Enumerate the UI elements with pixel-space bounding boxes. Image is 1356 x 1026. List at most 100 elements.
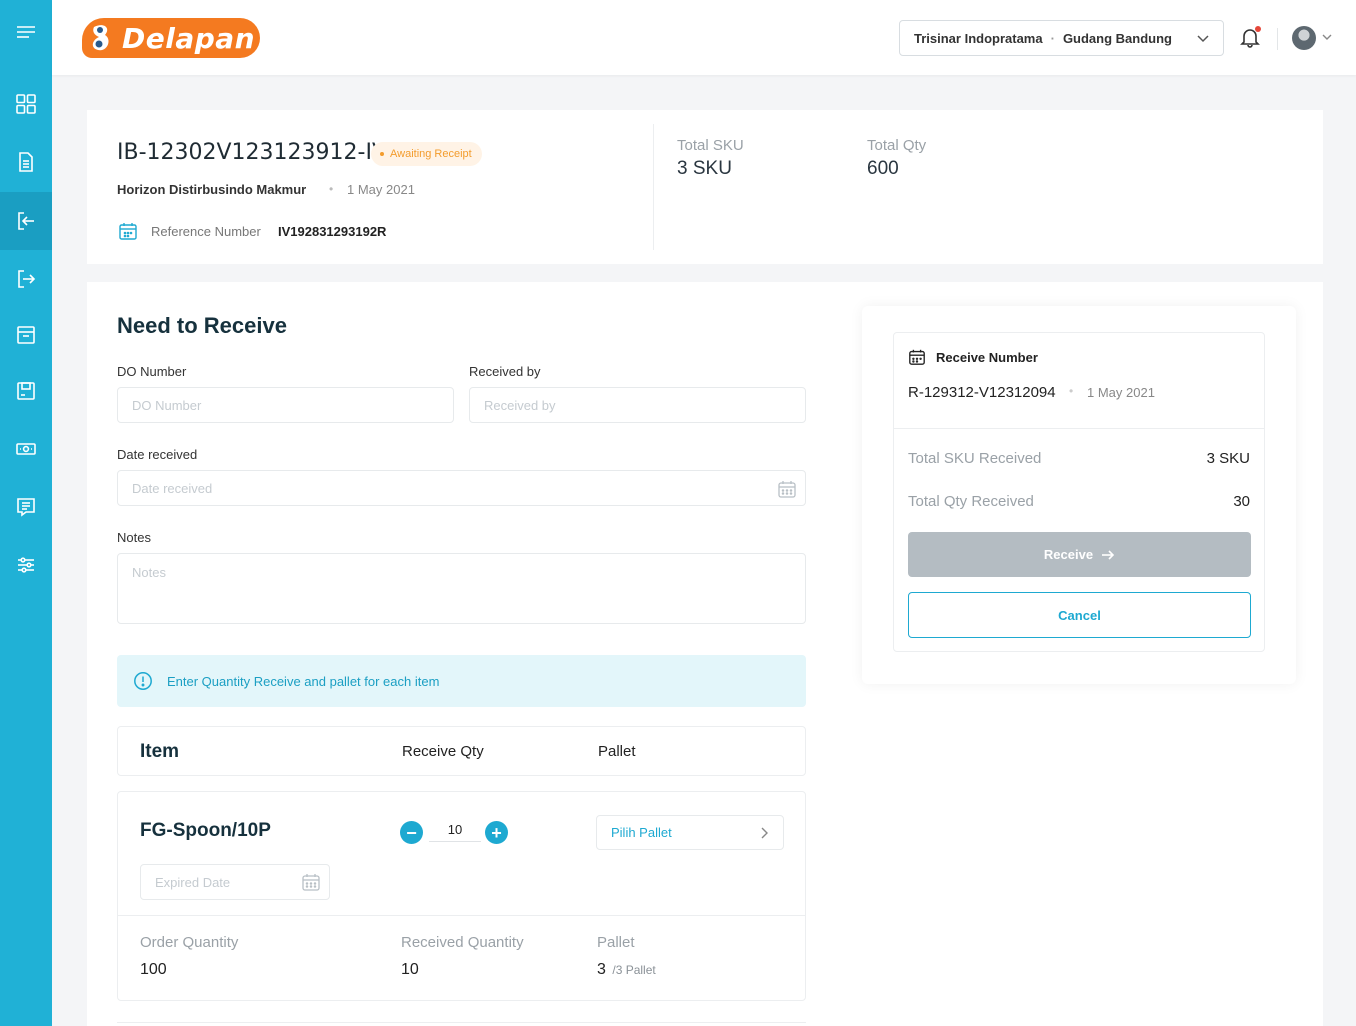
logo[interactable]: Delapan <box>82 18 260 58</box>
chevron-right-icon <box>761 827 768 839</box>
do-number-label: DO Number <box>117 364 187 379</box>
cancel-button[interactable]: Cancel <box>908 592 1251 638</box>
sidebar <box>0 0 52 1026</box>
received-by-input[interactable]: Received by <box>469 387 806 423</box>
received-qty-value: 10 <box>401 961 419 978</box>
calendar-icon <box>119 223 137 240</box>
sidebar-item-inbound[interactable] <box>0 192 52 250</box>
total-qty-received-label: Total Qty Received <box>908 493 1034 510</box>
sidebar-item-inventory[interactable] <box>0 362 52 420</box>
sidebar-item-dashboard[interactable] <box>0 75 52 133</box>
total-qty-received-value: 30 <box>1233 493 1250 510</box>
cash-icon <box>16 443 36 455</box>
sidebar-item-finance[interactable] <box>0 420 52 478</box>
arrow-right-icon <box>1102 549 1115 560</box>
info-alert: Enter Quantity Receive and pallet for ea… <box>117 655 806 707</box>
receive-number-title: Receive Number <box>936 350 1038 365</box>
increase-qty-button[interactable]: + <box>485 821 508 844</box>
logo-text: Delapan <box>122 22 256 55</box>
total-sku-received-label: Total SKU Received <box>908 450 1042 467</box>
sidebar-item-outbound[interactable] <box>0 250 52 308</box>
sidebar-item-archive[interactable] <box>0 306 52 364</box>
report-icon <box>17 498 35 517</box>
document-summary-card: IB-12302V123123912-IV Awaiting Receipt H… <box>87 110 1323 264</box>
menu-icon <box>17 26 35 38</box>
receive-form-card: Need to Receive DO Number DO Number Rece… <box>87 282 1323 1026</box>
pallet-label: Pallet <box>597 934 635 951</box>
date-received-input[interactable]: Date received <box>117 470 806 506</box>
date-received-placeholder: Date received <box>132 480 213 496</box>
total-qty-value: 600 <box>867 158 899 179</box>
total-sku-value: 3 SKU <box>677 158 732 179</box>
chevron-down-icon <box>1197 35 1209 43</box>
reference-label: Reference Number <box>151 224 261 239</box>
received-qty-label: Received Quantity <box>401 934 524 951</box>
receive-number-value: R-129312-V12312094 <box>908 384 1056 401</box>
sidebar-item-settings[interactable] <box>0 536 52 594</box>
notification-dot <box>1255 26 1261 32</box>
info-icon <box>134 672 152 690</box>
supplier-name: Horizon Distirbusindo Makmur <box>117 182 307 197</box>
company-warehouse-select[interactable]: Trisinar Indopratama · Gudang Bandung <box>899 20 1224 56</box>
receive-button[interactable]: Receive <box>908 532 1251 577</box>
pallet-count-value: 3 <box>597 961 606 978</box>
reference-value: IV192831293192R <box>278 224 387 239</box>
sidebar-item-reports[interactable] <box>0 478 52 536</box>
document-icon <box>19 152 33 172</box>
order-qty-value: 100 <box>140 961 167 978</box>
do-number-input[interactable]: DO Number <box>117 387 454 423</box>
document-id: IB-12302V123123912-IV <box>117 140 388 165</box>
inbound-icon <box>18 212 34 230</box>
expired-date-input[interactable]: Expired Date <box>140 864 330 900</box>
info-text: Enter Quantity Receive and pallet for ea… <box>167 673 440 689</box>
date-received-label: Date received <box>117 447 198 462</box>
status-dot <box>380 152 384 156</box>
decrease-qty-button[interactable]: − <box>400 821 423 844</box>
item-row <box>117 1022 806 1026</box>
expired-date-placeholder: Expired Date <box>155 874 231 890</box>
total-qty-label: Total Qty <box>867 137 927 154</box>
settings-icon <box>18 557 34 573</box>
order-qty-label: Order Quantity <box>140 934 239 951</box>
separator-dot: • <box>329 182 334 196</box>
receive-button-label: Receive <box>1043 547 1094 562</box>
separator-dot: • <box>1069 384 1074 398</box>
receive-date: 1 May 2021 <box>1087 385 1155 400</box>
received-by-label: Received by <box>469 364 541 379</box>
receipt-box: Receive Number R-129312-V12312094 • 1 Ma… <box>893 332 1265 652</box>
document-date: 1 May 2021 <box>347 182 415 197</box>
header: Delapan Trisinar Indopratama · Gudang Ba… <box>52 0 1356 75</box>
item-row: FG-Spoon/10P − 10 + Pilih Pallet Expired… <box>117 791 806 1001</box>
items-table-header: Item Receive Qty Pallet <box>117 726 806 776</box>
item-divider <box>118 915 805 916</box>
total-sku-received-value: 3 SKU <box>1206 450 1250 467</box>
notes-textarea[interactable]: Notes <box>117 553 806 624</box>
total-sku-label: Total SKU <box>677 137 744 154</box>
received-by-placeholder: Received by <box>484 397 556 413</box>
receipt-divider <box>894 428 1264 429</box>
card-divider <box>653 124 654 250</box>
calendar-icon[interactable] <box>301 872 321 892</box>
status-badge: Awaiting Receipt <box>371 142 482 166</box>
section-title: Need to Receive <box>117 313 287 338</box>
header-receive-qty: Receive Qty <box>402 743 484 760</box>
pallet-count: 3 /3 Pallet <box>597 961 656 979</box>
header-pallet: Pallet <box>598 743 636 760</box>
receive-qty-input[interactable]: 10 <box>429 822 481 842</box>
chevron-down-icon[interactable] <box>1321 31 1333 43</box>
sidebar-item-documents[interactable] <box>0 133 52 191</box>
warehouse-name: Gudang Bandung <box>1062 30 1172 46</box>
company-name: Trisinar Indopratama <box>914 30 1043 46</box>
separator-dot: · <box>1050 30 1055 46</box>
user-avatar[interactable] <box>1292 26 1316 50</box>
pallet-select[interactable]: Pilih Pallet <box>596 815 784 850</box>
logo-mark-icon <box>84 21 118 55</box>
pallet-total: /3 Pallet <box>612 963 656 977</box>
receipt-summary-card: Receive Number R-129312-V12312094 • 1 Ma… <box>862 306 1296 684</box>
notes-label: Notes <box>117 530 151 545</box>
pallet-select-placeholder: Pilih Pallet <box>611 825 672 840</box>
dashboard-icon <box>16 94 36 114</box>
calendar-icon[interactable] <box>777 479 797 499</box>
header-divider <box>1277 28 1278 50</box>
menu-button[interactable] <box>0 4 52 62</box>
